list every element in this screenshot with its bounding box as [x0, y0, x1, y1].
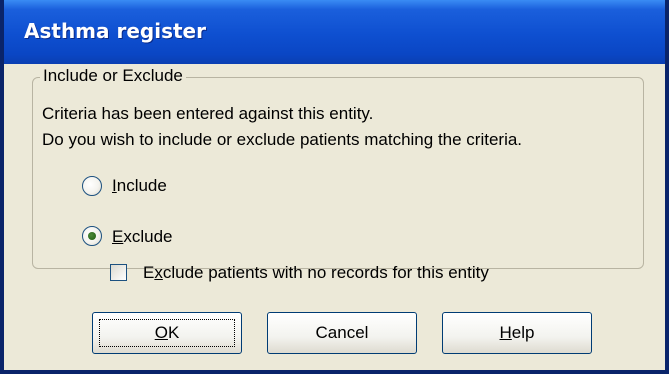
exclude-no-records-checkbox[interactable]	[110, 264, 127, 281]
ok-access-key: O	[154, 323, 168, 342]
include-label-rest: nclude	[116, 176, 167, 195]
criteria-message-line-1: Criteria has been entered against this e…	[42, 104, 374, 123]
checkbox-access-key: x	[154, 263, 163, 282]
help-label-rest: elp	[511, 323, 535, 342]
exclude-no-records-label[interactable]: Exclude patients with no records for thi…	[143, 263, 489, 283]
help-access-key: H	[499, 323, 512, 342]
exclude-radio-label[interactable]: Exclude	[112, 227, 172, 247]
exclude-label-rest: xclude	[123, 227, 173, 246]
ok-button[interactable]: OK	[92, 312, 242, 354]
help-button[interactable]: Help	[442, 312, 592, 354]
exclude-radio[interactable]	[82, 226, 102, 246]
ok-label-rest: K	[167, 323, 180, 342]
include-radio-label[interactable]: Include	[112, 176, 167, 196]
asthma-register-dialog: Asthma register Include or Exclude Crite…	[0, 0, 669, 374]
title-bar[interactable]: Asthma register	[4, 0, 665, 64]
checkbox-label-rest: clude patients with no records for this …	[162, 263, 489, 282]
groupbox-label: Include or Exclude	[40, 66, 186, 86]
cancel-label: Cancel	[315, 323, 369, 342]
include-radio[interactable]	[82, 176, 102, 196]
exclude-access-key: E	[112, 227, 124, 246]
checkbox-label-prefix: E	[143, 263, 155, 282]
radio-selected-dot	[88, 232, 96, 240]
criteria-message-line-2: Do you wish to include or exclude patien…	[42, 130, 523, 149]
cancel-button[interactable]: Cancel	[267, 312, 417, 354]
dialog-title: Asthma register	[24, 19, 206, 43]
